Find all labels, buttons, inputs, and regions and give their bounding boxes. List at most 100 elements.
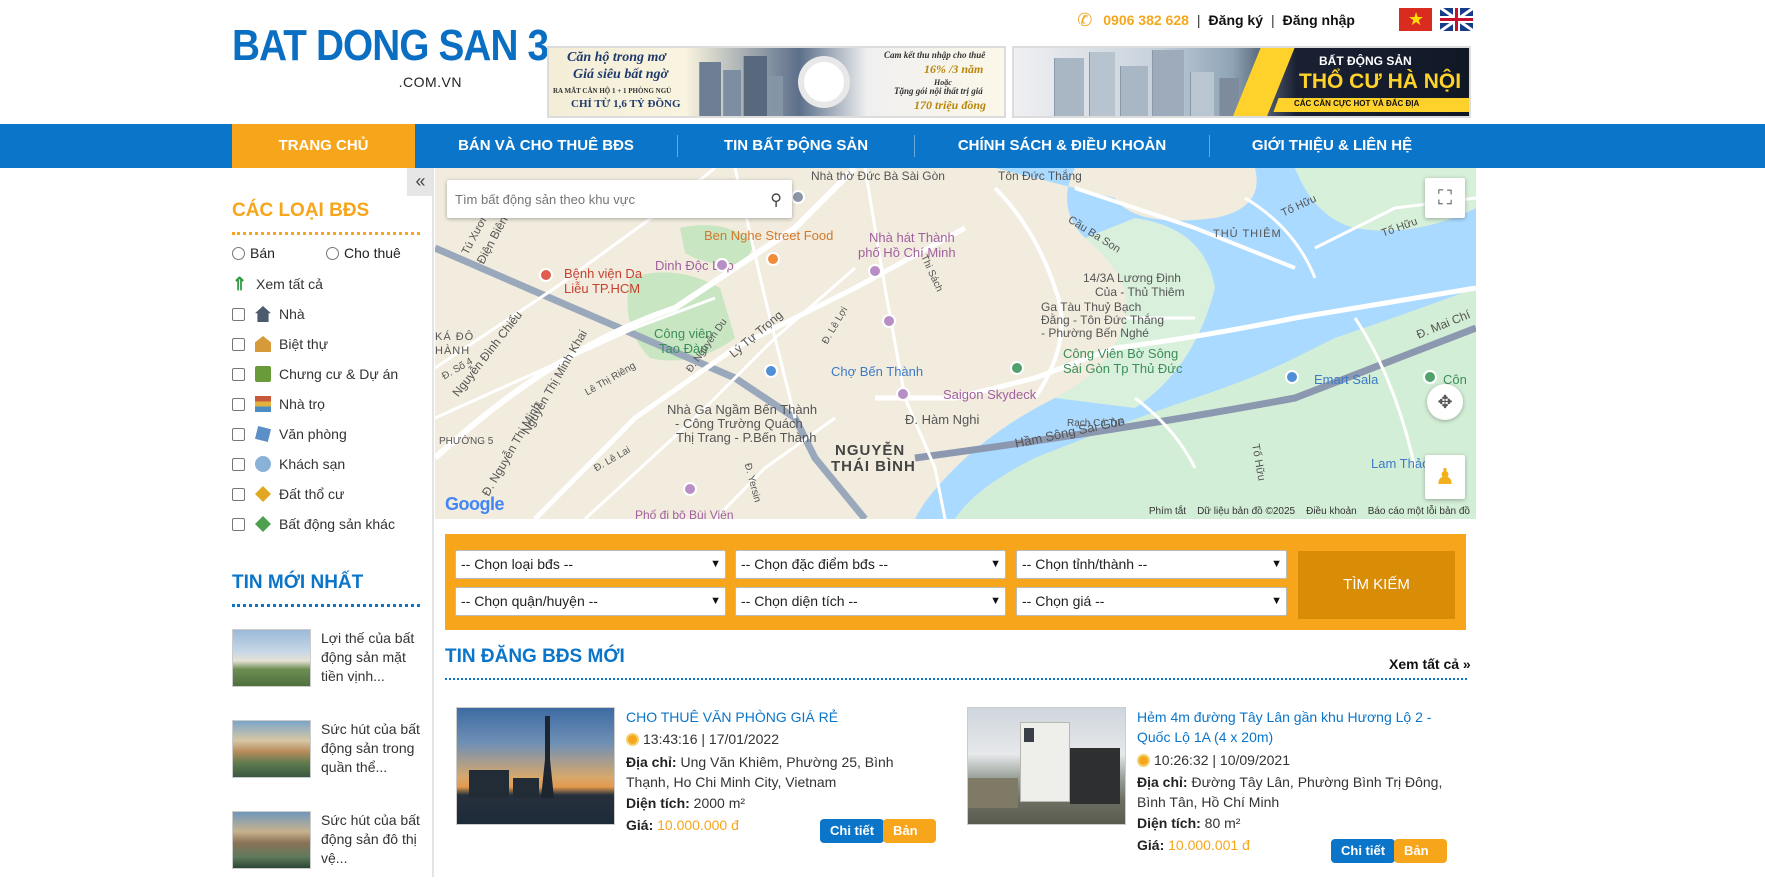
map-shortcuts-link[interactable]: Phím tắt xyxy=(1149,506,1186,517)
flower-image xyxy=(804,62,844,102)
news-title[interactable]: Sức hút của bất động sản đô thị vệ... xyxy=(321,811,421,868)
nav-real-estate-news[interactable]: TIN BẤT ĐỘNG SẢN xyxy=(678,124,914,168)
listing-image[interactable] xyxy=(967,707,1126,825)
theatre-pin-icon[interactable] xyxy=(868,264,882,278)
map-data-credit: Dữ liệu bản đồ ©2025 xyxy=(1197,506,1296,517)
map-pan-control-icon[interactable]: ✥ xyxy=(1427,384,1463,420)
english-flag-icon[interactable] xyxy=(1440,8,1473,31)
login-link[interactable]: Đăng nhập xyxy=(1283,12,1355,28)
register-link[interactable]: Đăng ký xyxy=(1209,12,1263,28)
vietnamese-flag-icon[interactable] xyxy=(1399,8,1432,31)
select-price[interactable]: -- Chọn giá -- ▼ xyxy=(1016,587,1287,616)
transaction-type-radios: Bán Cho thuê xyxy=(232,245,401,261)
listing-address: Địa chỉ: Đường Tây Lân, Phường Bình Trị … xyxy=(1137,774,1443,810)
villa-icon xyxy=(255,336,271,352)
map-terms-link[interactable]: Điều khoản xyxy=(1306,506,1357,517)
banner1-right1: Cam kết thu nhập cho thuê xyxy=(884,50,986,60)
map-search-input[interactable] xyxy=(447,180,747,218)
banner-ad-land[interactable]: BẤT ĐỘNG SẢN THỔ CƯ HÀ NỘI CÁC CĂN CỰC H… xyxy=(1012,46,1471,118)
map-label: Saigon Skydeck xyxy=(943,387,1037,402)
market-pin-icon[interactable] xyxy=(764,364,778,378)
listing-detail-button[interactable]: Chi tiết xyxy=(1331,839,1396,863)
site-logo[interactable]: BAT DONG SAN 3 .COM.VN xyxy=(232,22,549,97)
restaurant-pin-icon[interactable] xyxy=(766,252,780,266)
news-title[interactable]: Lợi thế của bất động sản mặt tiền vịnh..… xyxy=(321,629,421,686)
news-thumbnail[interactable] xyxy=(232,629,311,687)
chevron-down-icon: ▼ xyxy=(1271,558,1282,570)
select-province[interactable]: -- Chọn tỉnh/thành -- ▼ xyxy=(1016,550,1287,579)
listing-title[interactable]: Hẻm 4m đường Tây Lân gần khu Hương Lộ 2 … xyxy=(1137,707,1437,747)
radio-rent[interactable]: Cho thuê xyxy=(326,245,401,261)
listing-price: Giá: 10.000.000 đ xyxy=(626,817,739,833)
park-pin-icon[interactable] xyxy=(1010,361,1024,375)
news-title[interactable]: Sức hút của bất động sản trong quần thể.… xyxy=(321,720,421,777)
other-property-icon xyxy=(255,516,271,532)
tower-pin-icon[interactable] xyxy=(882,314,896,328)
category-villa[interactable]: Biệt thự xyxy=(232,334,328,354)
news-thumbnail[interactable] xyxy=(232,720,311,778)
category-hotel[interactable]: Khách sạn xyxy=(232,454,345,474)
photo-pin-icon[interactable] xyxy=(683,482,697,496)
listing-image[interactable] xyxy=(456,707,615,825)
park-pin-icon[interactable] xyxy=(1423,370,1437,384)
map-label: 14/3A Lương Định xyxy=(1083,271,1181,285)
map-label: Thị Trang - P.Bến Thành xyxy=(676,430,817,445)
news-item[interactable]: Lợi thế của bất động sản mặt tiền vịnh..… xyxy=(232,629,422,689)
search-icon[interactable]: ⚲ xyxy=(770,190,782,210)
hospital-pin-icon[interactable] xyxy=(539,268,553,282)
map-search-box[interactable]: ⚲ xyxy=(447,180,792,218)
books-icon xyxy=(255,396,271,412)
map-label: Nhà Ga Ngầm Bến Thành xyxy=(667,402,818,417)
map-label: THÁI BÌNH xyxy=(831,458,916,475)
news-item[interactable]: Sức hút của bất động sản trong quần thể.… xyxy=(232,720,422,780)
hotline-number[interactable]: 0906 382 628 xyxy=(1103,12,1189,28)
nav-home[interactable]: TRANG CHỦ xyxy=(232,124,415,168)
news-thumbnail[interactable] xyxy=(232,811,311,869)
sidebar-collapse-button[interactable]: « xyxy=(407,168,434,196)
map-label: Rạch Cá Trê xyxy=(1067,418,1124,429)
skydeck-pin-icon[interactable] xyxy=(896,387,910,401)
select-property-feature[interactable]: -- Chọn đặc điểm bđs -- ▼ xyxy=(735,550,1006,579)
category-other[interactable]: Bất động sản khác xyxy=(232,514,395,534)
map-label: PHƯỜNG 5 xyxy=(439,436,494,447)
listing-detail-button[interactable]: Chi tiết xyxy=(820,819,885,843)
category-house[interactable]: Nhà xyxy=(232,304,305,324)
map-canvas[interactable] xyxy=(435,168,1476,519)
nav-about-contact[interactable]: GIỚI THIỆU & LIÊN HỆ xyxy=(1210,124,1454,168)
listing-map-button[interactable]: Bản đồ xyxy=(1394,839,1447,882)
chevron-down-icon: ▼ xyxy=(710,558,721,570)
nav-policy-terms[interactable]: CHÍNH SÁCH & ĐIỀU KHOẢN xyxy=(915,124,1209,168)
category-rooms[interactable]: Nhà trọ xyxy=(232,394,325,414)
map-report-link[interactable]: Báo cáo một lỗi bản đồ xyxy=(1368,506,1470,517)
sidebar-divider xyxy=(432,168,434,877)
radio-sell[interactable]: Bán xyxy=(232,245,326,261)
banner-ad-apartment[interactable]: Căn hộ trong mơ Giá siêu bất ngờ RA MẮT … xyxy=(547,46,1006,118)
category-office[interactable]: Văn phòng xyxy=(232,424,347,444)
property-map[interactable]: Nhà thờ Đức Bà Sài Gòn Tôn Đức Thắng Cầu… xyxy=(435,168,1476,519)
search-button[interactable]: TÌM KIẾM xyxy=(1298,551,1455,619)
select-property-type[interactable]: -- Chọn loại bđs -- ▼ xyxy=(455,550,726,579)
select-area[interactable]: -- Chọn diện tích -- ▼ xyxy=(735,587,1006,616)
see-all-listings-link[interactable]: Xem tất cả » xyxy=(1389,656,1471,672)
map-label: Ben Nghe Street Food xyxy=(704,228,834,243)
news-item[interactable]: Sức hút của bất động sản đô thị vệ... xyxy=(232,811,422,871)
shop-pin-icon[interactable] xyxy=(1285,370,1299,384)
nav-buy-rent[interactable]: BÁN VÀ CHO THUÊ BĐS xyxy=(415,124,677,168)
listing-map-button[interactable]: Bản đồ xyxy=(883,819,936,862)
map-label: Chợ Bến Thành xyxy=(831,364,924,379)
banner2-line1: BẤT ĐỘNG SẢN xyxy=(1319,54,1412,68)
banner1-line4: CHỈ TỪ 1,6 TỶ ĐỒNG xyxy=(571,98,681,110)
map-label: Ga Tàu Thuỷ Bạch xyxy=(1041,300,1142,314)
category-apartment[interactable]: Chưng cư & Dự án xyxy=(232,364,398,384)
house-icon xyxy=(255,306,271,322)
view-all-categories[interactable]: ⇑ Xem tất cả xyxy=(232,274,323,294)
fullscreen-icon[interactable]: ⛶ xyxy=(1425,178,1465,218)
clock-icon xyxy=(1137,753,1150,767)
church-pin-icon[interactable] xyxy=(791,190,805,204)
category-residential-land[interactable]: Đất thổ cư xyxy=(232,484,344,504)
chevron-down-icon: ▼ xyxy=(1271,595,1282,607)
listing-title[interactable]: CHO THUÊ VĂN PHÒNG GIÁ RẺ xyxy=(626,707,926,727)
street-view-pegman-icon[interactable]: ♟ xyxy=(1425,455,1465,499)
landmark-pin-icon[interactable] xyxy=(715,258,729,272)
select-district[interactable]: -- Chọn quận/huyện -- ▼ xyxy=(455,587,726,616)
